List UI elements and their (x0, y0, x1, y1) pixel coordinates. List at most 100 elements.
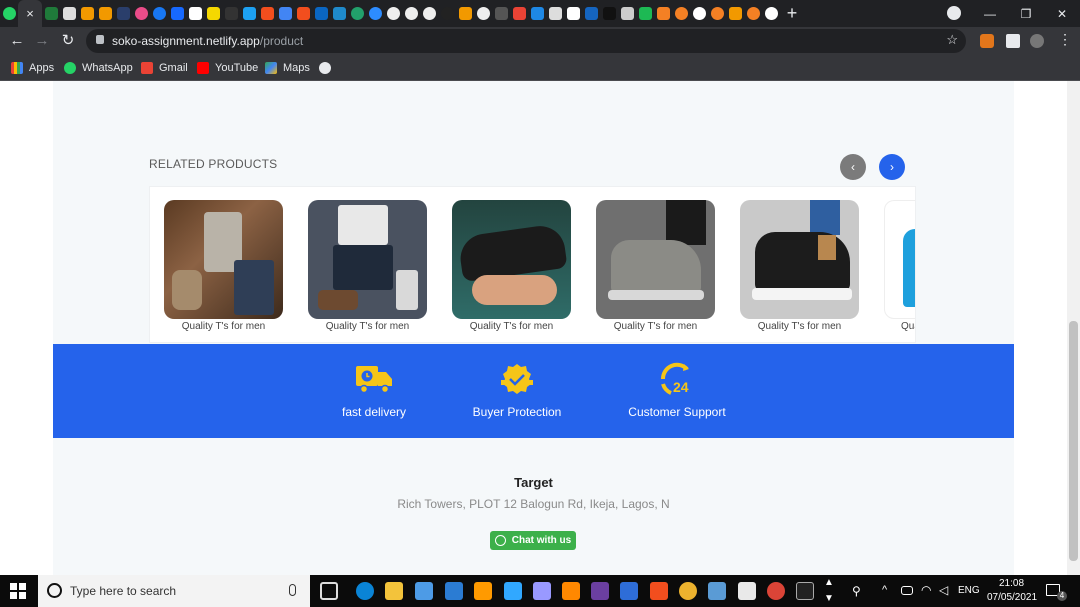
product-image[interactable] (452, 200, 571, 319)
tab-favicon[interactable] (438, 0, 456, 27)
battery-icon[interactable] (901, 586, 913, 595)
file-explorer-icon[interactable] (385, 582, 403, 600)
new-tab-button[interactable]: + (780, 3, 804, 24)
microphone-icon[interactable] (289, 584, 296, 596)
tab-favicon[interactable] (150, 0, 168, 27)
vlc-icon[interactable] (562, 582, 580, 600)
tab-favicon[interactable] (60, 0, 78, 27)
tab-favicon[interactable] (564, 0, 582, 27)
slack-icon[interactable] (679, 582, 697, 600)
account-avatar[interactable] (1030, 34, 1044, 48)
tab-favicon[interactable] (402, 0, 420, 27)
product-card[interactable]: Qua (884, 200, 915, 332)
url-text[interactable]: soko-assignment.netlify.app/product (112, 34, 303, 48)
volume-icon[interactable]: ◁ (939, 583, 948, 597)
tab-favicon[interactable] (420, 0, 438, 27)
tab-favicon[interactable] (726, 0, 744, 27)
tab-favicon[interactable] (492, 0, 510, 27)
chat-with-us-button[interactable]: Chat with us (490, 531, 576, 550)
close-window-button[interactable]: ✕ (1044, 0, 1080, 27)
bookmark-globe[interactable] (319, 60, 337, 76)
address-bar[interactable]: soko-assignment.netlify.app/product ☆ (86, 29, 966, 53)
tab-favicon[interactable] (348, 0, 366, 27)
app-icon[interactable] (620, 582, 638, 600)
tab-favicon[interactable] (114, 0, 132, 27)
chrome-icon[interactable] (767, 582, 785, 600)
tab-favicon[interactable] (258, 0, 276, 27)
back-icon[interactable]: ← (7, 32, 27, 50)
tab-favicon[interactable] (222, 0, 240, 27)
tab-favicon[interactable] (276, 0, 294, 27)
product-image[interactable] (596, 200, 715, 319)
tab-favicon[interactable] (600, 0, 618, 27)
after-effects-icon[interactable] (533, 582, 551, 600)
scrollbar-thumb[interactable] (1069, 321, 1078, 561)
active-tab[interactable]: × (18, 0, 42, 27)
extensions-icon[interactable] (1006, 34, 1020, 48)
tab-favicon[interactable] (330, 0, 348, 27)
tab-favicon[interactable] (744, 0, 762, 27)
tab-favicon[interactable] (204, 0, 222, 27)
maximize-button[interactable]: ❐ (1008, 0, 1044, 27)
tab-favicon[interactable] (294, 0, 312, 27)
visual-studio-icon[interactable] (591, 582, 609, 600)
tab-favicon[interactable] (384, 0, 402, 27)
close-tab-icon[interactable]: × (26, 6, 34, 21)
tab-favicon[interactable] (582, 0, 600, 27)
carousel-prev-button[interactable]: ‹ (840, 154, 866, 180)
tab-favicon[interactable] (510, 0, 528, 27)
page-scrollbar[interactable] (1067, 81, 1080, 575)
taskbar-scroll-down-icon[interactable]: ▼ (824, 593, 834, 604)
taskbar-scroll-up-icon[interactable]: ▲ (824, 577, 834, 588)
bookmark-star-icon[interactable]: ☆ (946, 32, 958, 48)
tab-favicon[interactable] (708, 0, 726, 27)
photoshop-icon[interactable] (504, 582, 522, 600)
terminal-icon[interactable] (796, 582, 814, 600)
app-icon[interactable] (738, 582, 756, 600)
mail-icon[interactable] (445, 582, 463, 600)
app-icon[interactable] (708, 582, 726, 600)
tab-whatsapp[interactable] (0, 0, 18, 27)
bookmark-whatsapp[interactable]: WhatsApp (64, 60, 133, 76)
carousel-next-button[interactable]: › (879, 154, 905, 180)
store-icon[interactable] (415, 582, 433, 600)
tab-favicon[interactable] (456, 0, 474, 27)
metamask-icon[interactable] (980, 34, 994, 48)
figma-icon[interactable] (650, 582, 668, 600)
tab-favicon[interactable] (546, 0, 564, 27)
tab-favicon[interactable] (42, 0, 60, 27)
tab-favicon[interactable] (636, 0, 654, 27)
tab-favicon[interactable] (654, 0, 672, 27)
product-image[interactable] (164, 200, 283, 319)
product-card[interactable]: Quality T's for men (740, 200, 859, 332)
forward-icon[interactable]: → (32, 32, 52, 50)
product-image[interactable] (740, 200, 859, 319)
profile-icon[interactable] (947, 6, 961, 20)
clock-date[interactable]: 07/05/2021 (987, 592, 1037, 603)
taskbar-search-box[interactable]: Type here to search (38, 575, 310, 607)
tab-favicon[interactable] (474, 0, 492, 27)
tab-favicon[interactable] (240, 0, 258, 27)
people-icon[interactable]: ⚲ (852, 584, 861, 598)
language-indicator[interactable]: ENG (958, 585, 980, 596)
product-image[interactable] (308, 200, 427, 319)
clock-time[interactable]: 21:08 (999, 578, 1024, 589)
tab-favicon[interactable] (672, 0, 690, 27)
show-hidden-icons[interactable]: ^ (882, 584, 887, 596)
illustrator-icon[interactable] (474, 582, 492, 600)
product-image[interactable] (884, 200, 915, 319)
tab-favicon[interactable] (168, 0, 186, 27)
product-card[interactable]: Quality T's for men (452, 200, 571, 332)
bookmark-apps[interactable]: Apps (11, 60, 54, 76)
task-view-icon[interactable] (320, 582, 338, 600)
reload-icon[interactable]: ↻ (58, 32, 78, 50)
product-card[interactable]: Quality T's for men (308, 200, 427, 332)
product-card[interactable]: Quality T's for men (596, 200, 715, 332)
edge-icon[interactable] (356, 582, 374, 600)
product-card[interactable]: Quality T's for men (164, 200, 283, 332)
tab-favicon[interactable] (690, 0, 708, 27)
tab-favicon[interactable] (528, 0, 546, 27)
tab-favicon[interactable] (78, 0, 96, 27)
bookmark-youtube[interactable]: YouTube (197, 60, 258, 76)
windows-start-icon[interactable] (10, 583, 26, 599)
